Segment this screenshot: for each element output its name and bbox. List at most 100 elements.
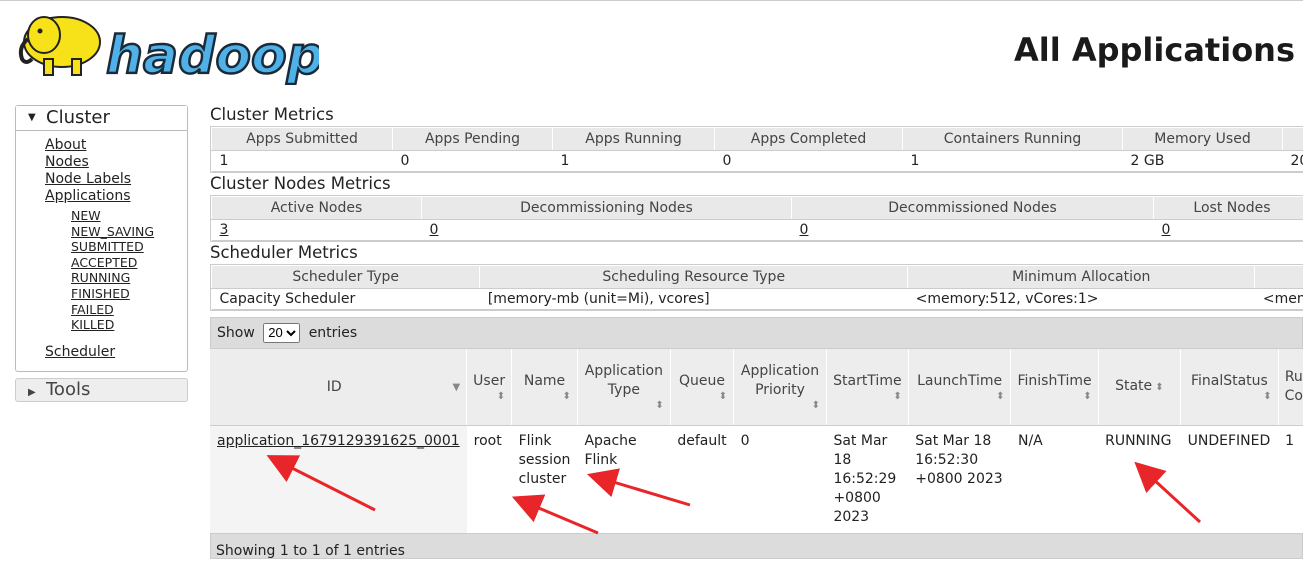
cluster-panel: ▼ Cluster About Nodes Node Labels Applica… bbox=[15, 105, 188, 372]
nodes-metrics-table: Active Nodes Decommissioning Nodes Decom… bbox=[211, 196, 1303, 241]
priority-cell: 0 bbox=[740, 433, 750, 449]
sort-icon: ⬍ bbox=[496, 390, 506, 402]
scheduler-type-value: Capacity Scheduler bbox=[211, 288, 480, 310]
lost-nodes-link[interactable]: 0 bbox=[1162, 222, 1171, 238]
sort-header-start-time[interactable]: StartTime ⬍ bbox=[826, 349, 909, 426]
sort-header-id[interactable]: ID ▼ bbox=[210, 349, 468, 426]
triangle-down-icon: ▼ bbox=[28, 112, 36, 123]
metric-value: 20 bbox=[1282, 150, 1303, 172]
triangle-right-icon: ▶ bbox=[28, 387, 36, 398]
column-header: Scheduler Type bbox=[210, 265, 481, 289]
maximum-allocation-value: <mem bbox=[1254, 288, 1303, 310]
sort-icon: ⬍ bbox=[1263, 390, 1272, 402]
state-cell: RUNNING bbox=[1105, 433, 1172, 449]
column-header: Apps Running bbox=[552, 127, 715, 151]
tools-panel-header[interactable]: ▶ Tools bbox=[15, 378, 188, 402]
apps-completed-value: 0 bbox=[714, 150, 903, 172]
sidebar-link-submitted[interactable]: SUBMITTED bbox=[71, 239, 187, 255]
svg-text:hadoop: hadoop bbox=[106, 26, 319, 85]
sort-header-user[interactable]: User ⬍ bbox=[466, 349, 513, 426]
user-cell: root bbox=[473, 433, 502, 449]
apps-running-value: 1 bbox=[552, 150, 715, 172]
sort-header-running-containers[interactable]: Ru Co bbox=[1278, 349, 1303, 426]
apps-pending-value: 0 bbox=[392, 150, 553, 172]
table-info: Showing 1 to 1 of 1 entries bbox=[210, 533, 1303, 559]
sort-header-application-type[interactable]: Application Type ⬍ bbox=[577, 349, 671, 426]
sort-header-application-priority[interactable]: Application Priority ⬍ bbox=[733, 349, 827, 426]
hadoop-elephant-logo-icon: hadoop bbox=[18, 16, 325, 87]
sidebar-link-node-labels[interactable]: Node Labels bbox=[45, 171, 187, 188]
sidebar-link-killed[interactable]: KILLED bbox=[71, 317, 187, 333]
containers-running-value: 1 bbox=[902, 150, 1123, 172]
sort-header-name[interactable]: Name ⬍ bbox=[511, 349, 578, 426]
applications-table: ID ▼ User ⬍ Name ⬍ Application Type ⬍ Queue ⬍… bbox=[210, 349, 1303, 533]
table-row: application_1679129391625_0001 root Flin… bbox=[210, 425, 1303, 533]
sort-icon: ⬍ bbox=[1152, 382, 1164, 393]
sidebar-link-finished[interactable]: FINISHED bbox=[71, 286, 187, 302]
sort-icon: ⬍ bbox=[655, 400, 664, 411]
main-content: Cluster Metrics Apps Submitted Apps Pend… bbox=[210, 104, 1303, 559]
sidebar-link-new-saving[interactable]: NEW_SAVING bbox=[71, 224, 187, 240]
cluster-panel-header[interactable]: ▼ Cluster bbox=[16, 106, 187, 131]
sidebar-link-running[interactable]: RUNNING bbox=[71, 270, 187, 286]
finish-time-cell: N/A bbox=[1017, 433, 1043, 449]
column-header: Scheduling Resource Type bbox=[479, 265, 909, 289]
sort-icon: ⬍ bbox=[562, 390, 571, 402]
page-header: hadoop All Applications bbox=[0, 0, 1303, 96]
sidebar-link-accepted[interactable]: ACCEPTED bbox=[71, 255, 187, 271]
page-title: All Applications bbox=[1014, 31, 1295, 69]
sidebar-link-failed[interactable]: FAILED bbox=[71, 302, 187, 318]
application-type-cell: Apache Flink bbox=[584, 433, 637, 468]
running-containers-cell: 1 bbox=[1285, 433, 1295, 449]
column-header: Decommissioned Nodes bbox=[791, 196, 1154, 220]
nodes-metrics-title: Cluster Nodes Metrics bbox=[210, 174, 391, 193]
entries-label: entries bbox=[308, 325, 358, 341]
sidebar-link-applications[interactable]: Applications bbox=[45, 188, 187, 205]
column-header bbox=[1254, 265, 1303, 289]
resource-type-value: [memory-mb (unit=Mi), vcores] bbox=[479, 288, 908, 310]
sort-icon: ⬍ bbox=[893, 390, 902, 402]
show-label: Show bbox=[217, 325, 255, 341]
sidebar-link-scheduler[interactable]: Scheduler bbox=[45, 344, 187, 361]
cluster-metrics-title: Cluster Metrics bbox=[210, 105, 334, 124]
column-header: Lost Nodes bbox=[1153, 196, 1303, 220]
decommissioned-nodes-link[interactable]: 0 bbox=[800, 222, 809, 238]
cluster-label: Cluster bbox=[46, 107, 110, 128]
column-header: Minimum Allocation bbox=[907, 265, 1256, 289]
sort-desc-icon: ▼ bbox=[452, 381, 461, 393]
column-header: Memory Used bbox=[1122, 127, 1283, 151]
cluster-metrics-table: Apps Submitted Apps Pending Apps Running… bbox=[211, 127, 1303, 172]
start-time-cell: Sat Mar 18 16:52:29 +0800 2023 bbox=[833, 433, 897, 525]
application-id-link[interactable]: application_1679129391625_0001 bbox=[217, 433, 460, 449]
sort-header-finish-time[interactable]: FinishTime ⬍ bbox=[1010, 349, 1099, 426]
sidebar-link-nodes[interactable]: Nodes bbox=[45, 154, 187, 171]
tools-label: Tools bbox=[46, 379, 91, 400]
decommissioning-nodes-link[interactable]: 0 bbox=[430, 222, 439, 238]
sort-icon: ⬍ bbox=[996, 390, 1005, 402]
memory-used-value: 2 GB bbox=[1122, 150, 1283, 172]
apps-submitted-value: 1 bbox=[211, 150, 393, 172]
sort-header-launch-time[interactable]: LaunchTime ⬍ bbox=[908, 349, 1012, 426]
column-header: Apps Completed bbox=[714, 127, 903, 151]
scheduler-metrics-table: Scheduler Type Scheduling Resource Type … bbox=[210, 265, 1303, 310]
sidebar: ▼ Cluster About Nodes Node Labels Applica… bbox=[15, 105, 188, 402]
sidebar-link-new[interactable]: NEW bbox=[71, 208, 187, 224]
scheduler-metrics-title: Scheduler Metrics bbox=[210, 243, 358, 262]
launch-time-cell: Sat Mar 18 16:52:30 +0800 2023 bbox=[915, 433, 1003, 487]
name-cell: Flink session cluster bbox=[518, 433, 571, 487]
sidebar-link-about[interactable]: About bbox=[45, 137, 187, 154]
sort-header-queue[interactable]: Queue ⬍ bbox=[670, 349, 735, 426]
column-header: Active Nodes bbox=[211, 196, 422, 220]
sort-header-state[interactable]: State ⬍ bbox=[1098, 349, 1182, 426]
column-header: Apps Pending bbox=[392, 127, 553, 151]
queue-cell: default bbox=[677, 433, 727, 449]
hadoop-logo[interactable]: hadoop bbox=[14, 7, 325, 89]
column-header: Apps Submitted bbox=[211, 127, 393, 151]
sort-header-final-status[interactable]: FinalStatus ⬍ bbox=[1180, 349, 1279, 426]
active-nodes-link[interactable]: 3 bbox=[220, 222, 229, 238]
column-header bbox=[1282, 127, 1303, 151]
sort-icon: ⬍ bbox=[718, 390, 728, 402]
minimum-allocation-value: <memory:512, vCores:1> bbox=[907, 288, 1255, 310]
page-size-select[interactable]: 20 bbox=[263, 322, 301, 343]
final-status-cell: UNDEFINED bbox=[1187, 433, 1271, 449]
